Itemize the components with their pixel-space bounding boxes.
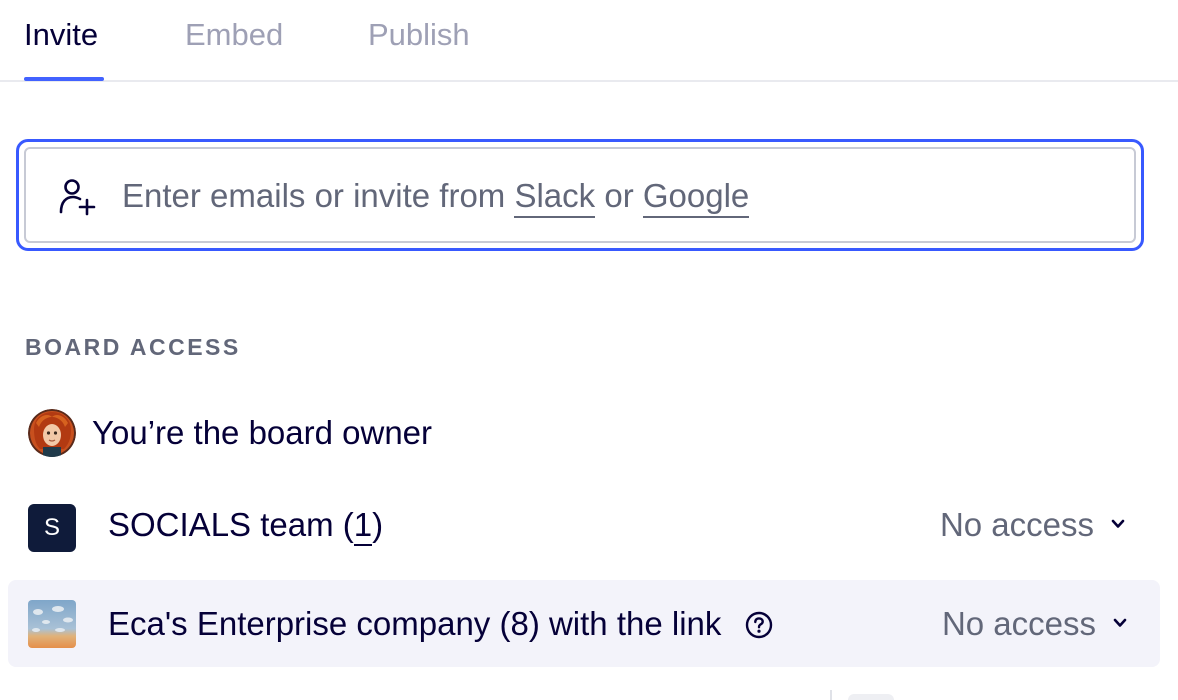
active-tab-indicator [24, 77, 104, 81]
tab-bar: Invite Embed Publish [0, 0, 1178, 82]
team-name: SOCIALS team (1) [108, 504, 383, 546]
team-access-row: S SOCIALS team (1) No access [8, 500, 1160, 558]
avatar [28, 409, 76, 457]
tab-embed[interactable]: Embed [185, 16, 283, 54]
add-user-icon [59, 179, 96, 216]
team-badge: S [28, 504, 76, 552]
team-access-value: No access [939, 506, 1094, 543]
team-member-count[interactable]: 1 [353, 506, 373, 546]
invite-placeholder: Enter emails or invite from Slack or Goo… [122, 175, 750, 218]
tab-invite[interactable]: Invite [24, 16, 98, 54]
divider [830, 690, 832, 700]
share-dialog: Invite Embed Publish Enter emails or inv… [0, 0, 1178, 700]
owner-row: You’re the board owner [8, 404, 1160, 462]
invite-placeholder-or: or [595, 177, 643, 214]
board-access-header: BOARD ACCESS [25, 334, 241, 360]
help-icon[interactable] [744, 610, 774, 640]
company-logo [28, 600, 76, 648]
team-access-dropdown[interactable]: No access [940, 504, 1128, 546]
team-name-text: SOCIALS team ( [108, 506, 354, 543]
invite-placeholder-prefix: Enter emails or invite from [122, 177, 515, 214]
invite-input[interactable]: Enter emails or invite from Slack or Goo… [24, 147, 1136, 243]
owner-label: You’re the board owner [92, 414, 433, 451]
google-link[interactable]: Google [642, 177, 750, 218]
team-name-suffix: ) [372, 506, 384, 543]
company-access-value: No access [941, 605, 1096, 642]
company-access-dropdown[interactable]: No access [942, 603, 1130, 645]
slack-link[interactable]: Slack [514, 177, 596, 218]
partial-control [848, 694, 894, 700]
company-access-row: Eca's Enterprise company (8) with the li… [8, 580, 1160, 667]
chevron-down-icon [1111, 519, 1125, 529]
company-label: Eca's Enterprise company (8) with the li… [108, 605, 722, 642]
chevron-down-icon [1113, 618, 1127, 628]
invite-input-focus-ring: Enter emails or invite from Slack or Goo… [16, 139, 1144, 251]
tab-publish[interactable]: Publish [368, 16, 470, 54]
